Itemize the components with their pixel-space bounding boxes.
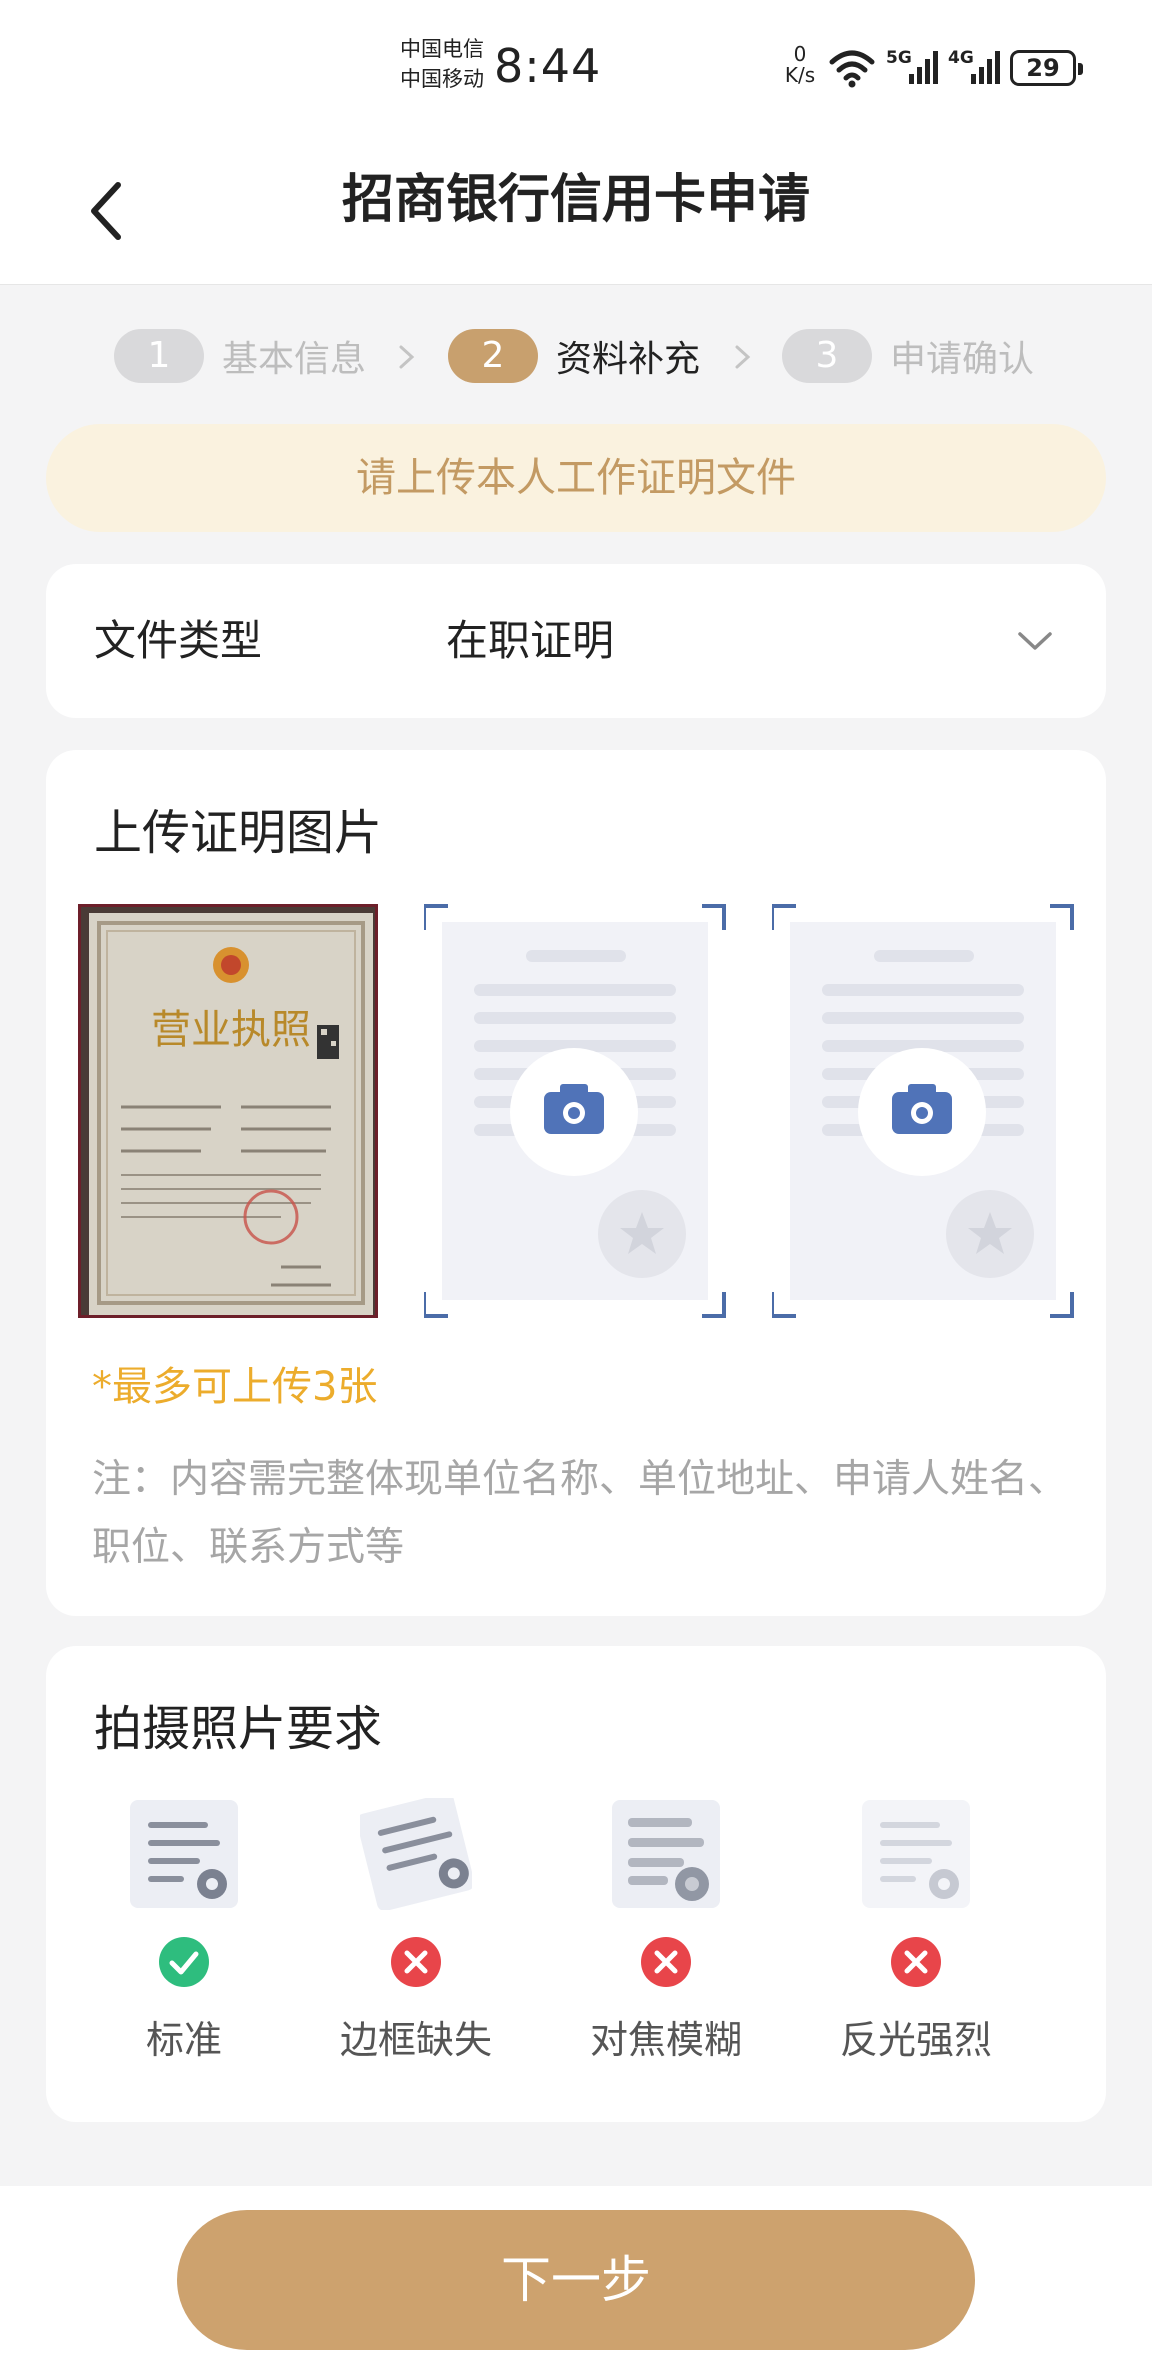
- signal-bars-icon: [909, 51, 938, 84]
- document-placeholder-icon: [770, 904, 1074, 1318]
- error-icon: [391, 1937, 441, 1987]
- clock: 8:44: [494, 39, 602, 93]
- file-type-select[interactable]: 文件类型 在职证明: [46, 564, 1106, 718]
- requirement-standard: 标准: [64, 1798, 304, 2088]
- carrier-names: 中国电信 中国移动: [400, 34, 484, 94]
- bottom-action-bar: 下一步: [0, 2186, 1152, 2376]
- upload-placeholder-slot[interactable]: [770, 904, 1074, 1318]
- net-speed-unit: K/s: [784, 63, 816, 87]
- upload-section: 上传证明图片 营业执照 *最多可上传3张 注：内容需完整体现单位名称、单位地址、…: [46, 750, 1106, 1616]
- chevron-down-icon: [1018, 632, 1052, 650]
- error-icon: [891, 1937, 941, 1987]
- photo-requirements-section: 拍摄照片要求 标准 边框缺失 对焦模糊 反光强烈: [46, 1646, 1106, 2122]
- error-icon: [641, 1937, 691, 1987]
- step-label: 资料补充: [556, 339, 701, 380]
- requirement-border-missing: 边框缺失: [296, 1798, 536, 2088]
- requirement-label: 对焦模糊: [589, 2018, 742, 2062]
- step-label: 基本信息: [222, 339, 367, 380]
- uploaded-photo-thumbnail[interactable]: 营业执照: [78, 904, 378, 1318]
- step-basic-info: 1 基本信息: [114, 328, 366, 384]
- document-glare-icon: [862, 1800, 970, 1908]
- step-supplement: 2 资料补充: [448, 328, 700, 384]
- document-standard-icon: [130, 1800, 238, 1908]
- signal-icon: 4G: [948, 46, 1006, 88]
- carrier-2: 中国移动: [400, 67, 484, 91]
- requirement-label: 边框缺失: [339, 2018, 492, 2062]
- step-label: 申请确认: [890, 339, 1035, 380]
- document-blurry-icon: [612, 1800, 720, 1908]
- page-title: 招商银行信用卡申请: [341, 170, 810, 230]
- chevron-right-icon: [399, 345, 415, 369]
- step-number: 2: [448, 329, 538, 383]
- requirement-label: 标准: [145, 2018, 222, 2062]
- chevron-left-icon: [91, 182, 121, 240]
- wifi-icon: [829, 50, 875, 88]
- next-step-button[interactable]: 下一步: [177, 2210, 975, 2350]
- battery-icon: 29: [1010, 50, 1083, 86]
- network-speed: 0 K/s: [780, 44, 820, 86]
- document-placeholder-icon: [422, 904, 726, 1318]
- step-number: 1: [114, 329, 204, 383]
- back-button[interactable]: [80, 171, 140, 251]
- document-tilted-icon: [360, 1798, 472, 1910]
- upload-section-title: 上传证明图片: [94, 805, 383, 861]
- requirement-label: 反光强烈: [839, 2018, 992, 2062]
- step-confirm: 3 申请确认: [782, 328, 1034, 384]
- requirement-blurry: 对焦模糊: [546, 1798, 786, 2088]
- signal-bars-icon: [971, 51, 1000, 84]
- file-type-value: 在职证明: [446, 616, 615, 665]
- status-bar: 中国电信 中国移动 8:44 0 K/s 5G 4G 29: [0, 0, 1152, 135]
- upload-notice-banner: 请上传本人工作证明文件: [46, 424, 1106, 532]
- step-number: 3: [782, 329, 872, 383]
- requirements-title: 拍摄照片要求: [94, 1701, 383, 1757]
- carrier-1: 中国电信: [400, 37, 484, 61]
- svg-text:营业执照: 营业执照: [151, 1007, 311, 1053]
- file-type-label: 文件类型: [94, 616, 263, 665]
- business-license-photo: 营业执照: [81, 907, 375, 1315]
- app-header: 招商银行信用卡申请: [0, 135, 1152, 285]
- net-speed-value: 0: [793, 42, 807, 66]
- requirement-glare: 反光强烈: [796, 1798, 1036, 2088]
- upload-placeholder-slot[interactable]: [422, 904, 726, 1318]
- progress-stepper: 1 基本信息 2 资料补充 3 申请确认: [0, 318, 1152, 394]
- check-icon: [159, 1937, 209, 1987]
- signal-icon: 5G: [886, 46, 944, 88]
- chevron-right-icon: [735, 345, 751, 369]
- max-upload-hint: *最多可上传3张: [92, 1364, 378, 1410]
- upload-note: 注：内容需完整体现单位名称、单位地址、申请人姓名、职位、联系方式等: [92, 1457, 1068, 1570]
